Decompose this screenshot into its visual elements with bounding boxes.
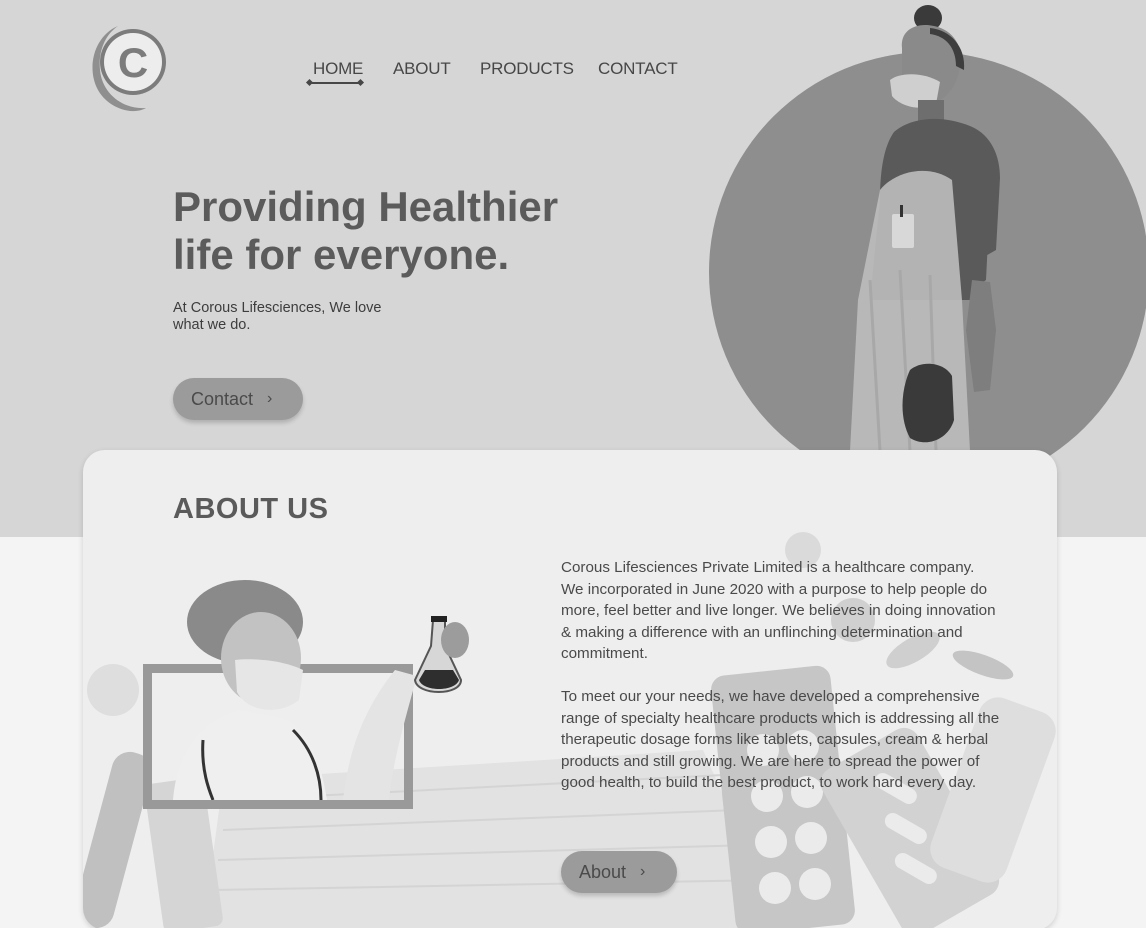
contact-button[interactable]: Contact › <box>173 378 303 420</box>
nav-products[interactable]: PRODUCTS <box>480 59 574 79</box>
contact-button-label: Contact <box>191 388 254 409</box>
hero-title: Providing Healthier life for everyone. <box>173 183 613 279</box>
nav-contact[interactable]: CONTACT <box>598 59 678 79</box>
chevron-right-icon: › <box>640 863 646 880</box>
svg-text:C: C <box>118 39 148 86</box>
nav-about-label: ABOUT <box>393 59 451 78</box>
about-paragraph-2: To meet our your needs, we have develope… <box>561 687 1000 792</box>
nav-products-label: PRODUCTS <box>480 59 574 78</box>
chevron-right-icon: › <box>267 390 273 407</box>
active-nav-indicator <box>309 82 361 84</box>
about-description: Corous Lifesciences Private Limited is a… <box>561 557 1001 794</box>
nav-contact-label: CONTACT <box>598 59 678 78</box>
about-button-label: About <box>579 861 627 882</box>
about-paragraph-1: Corous Lifesciences Private Limited is a… <box>561 559 996 663</box>
logo-icon[interactable]: C <box>88 22 170 114</box>
hero-subtitle: At Corous Lifesciences, We love what we … <box>173 300 382 333</box>
nav-about[interactable]: ABOUT <box>393 59 451 79</box>
about-title: ABOUT US <box>173 493 329 525</box>
hero-title-line1: Providing Healthier <box>173 183 559 230</box>
about-button[interactable]: About › <box>561 851 677 893</box>
nurse-image <box>850 5 1000 451</box>
doctor-image <box>173 580 469 800</box>
hero-title-line2: life for everyone. <box>173 231 510 278</box>
nav-home-label: HOME <box>313 59 364 78</box>
about-section: ABOUT US Corous Lifesciences Private Lim… <box>83 450 1057 928</box>
nav-home[interactable]: HOME <box>309 59 364 84</box>
